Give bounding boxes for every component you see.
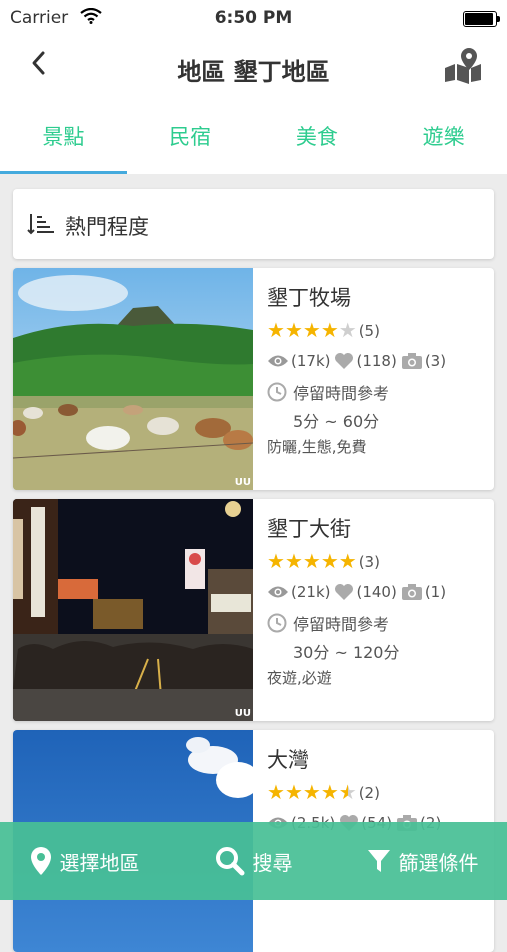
sort-label: 熱門程度 xyxy=(65,215,149,239)
stay-label: 停留時間參考 xyxy=(293,615,390,634)
view-count: (21k) xyxy=(291,583,331,601)
place-tags: 夜遊,必遊 xyxy=(267,669,332,687)
tab-entertainment[interactable]: 遊樂 xyxy=(380,100,507,174)
place-card[interactable]: UU 墾丁牧場 ★★★★★ (5) (17k) (118) (3) 停留時間參考 … xyxy=(13,268,494,490)
photo-watermark: UU xyxy=(234,708,251,719)
map-pin-icon xyxy=(445,48,481,84)
star-icon: ★ xyxy=(320,549,339,573)
location-pin-icon xyxy=(30,847,51,875)
photo-count: (3) xyxy=(424,352,447,370)
sort-icon xyxy=(27,213,55,239)
star-icon: ★ xyxy=(284,549,303,573)
star-icon: ★ xyxy=(302,549,321,573)
star-icon: ★ xyxy=(267,549,285,573)
select-region-label: 選擇地區 xyxy=(59,850,140,875)
star-icon: ★ xyxy=(338,318,357,342)
place-card[interactable]: UU 墾丁大街 ★★★★★ (3) (21k) (140) (1) 停留時間參考 … xyxy=(13,499,494,721)
rating-count: (2) xyxy=(358,783,380,802)
clock-icon xyxy=(267,613,287,633)
rating-count: (5) xyxy=(358,321,380,340)
place-photo: UU xyxy=(13,268,253,490)
filter-button[interactable]: 篩選條件 xyxy=(338,822,507,900)
star-icon: ★ xyxy=(338,780,357,804)
photo-watermark: UU xyxy=(234,477,251,488)
star-icon: ★ xyxy=(302,780,321,804)
star-icon: ★ xyxy=(338,549,357,573)
like-count: (118) xyxy=(356,352,397,370)
eye-icon xyxy=(268,355,288,367)
tab-attractions[interactable]: 景點 xyxy=(0,100,127,174)
clock: 6:50 PM xyxy=(214,8,293,28)
place-name: 大灣 xyxy=(267,748,309,772)
eye-icon xyxy=(268,586,288,598)
rating-count: (3) xyxy=(358,552,380,571)
search-label: 搜尋 xyxy=(252,850,293,875)
star-icon: ★ xyxy=(284,780,303,804)
camera-icon xyxy=(401,353,422,369)
clock-icon xyxy=(267,382,287,402)
like-count: (140) xyxy=(356,583,397,601)
search-button[interactable]: 搜尋 xyxy=(169,822,338,900)
status-bar: Carrier 6:50 PM xyxy=(0,0,507,34)
photo-count: (1) xyxy=(424,583,447,601)
navigation-bar: 地區 墾丁地區 xyxy=(0,34,507,100)
stay-label: 停留時間參考 xyxy=(293,384,390,403)
category-tabs: 景點 民宿 美食 遊樂 xyxy=(0,100,507,174)
tab-homestay[interactable]: 民宿 xyxy=(127,100,254,174)
select-region-button[interactable]: 選擇地區 xyxy=(0,822,169,900)
battery-icon xyxy=(463,11,500,27)
stay-range: 5分 ~ 60分 xyxy=(293,412,380,431)
star-icon: ★ xyxy=(302,318,321,342)
place-name: 墾丁大街 xyxy=(267,517,351,541)
stay-range: 30分 ~ 120分 xyxy=(293,643,400,662)
stay-time: 停留時間參考 xyxy=(267,380,389,404)
star-icon: ★ xyxy=(267,318,285,342)
bottom-action-bar: 選擇地區 搜尋 篩選條件 xyxy=(0,822,507,900)
heart-icon xyxy=(335,584,354,600)
map-button[interactable] xyxy=(443,46,483,88)
page-title: 地區 墾丁地區 xyxy=(177,58,330,86)
camera-icon xyxy=(401,584,422,600)
place-tags: 防曬,生態,免費 xyxy=(267,438,367,456)
heart-icon xyxy=(335,353,354,369)
filter-label: 篩選條件 xyxy=(398,850,479,875)
star-icon: ★ xyxy=(267,780,285,804)
star-rating: ★★★★★ (3) xyxy=(267,551,380,572)
place-name: 墾丁牧場 xyxy=(267,286,351,310)
sort-selector[interactable]: 熱門程度 xyxy=(13,189,494,259)
star-rating: ★★★★★ (5) xyxy=(267,320,380,341)
view-count: (17k) xyxy=(291,352,331,370)
place-stats: (17k) (118) (3) xyxy=(267,352,450,370)
search-icon xyxy=(215,847,244,876)
star-icon: ★ xyxy=(320,780,339,804)
star-icon: ★ xyxy=(320,318,339,342)
stay-time: 停留時間參考 xyxy=(267,611,389,635)
place-photo: UU xyxy=(13,499,253,721)
tab-food[interactable]: 美食 xyxy=(254,100,381,174)
star-rating: ★★★★★ (2) xyxy=(267,782,380,803)
place-stats: (21k) (140) (1) xyxy=(267,583,450,601)
star-icon: ★ xyxy=(284,318,303,342)
filter-icon xyxy=(367,850,390,872)
